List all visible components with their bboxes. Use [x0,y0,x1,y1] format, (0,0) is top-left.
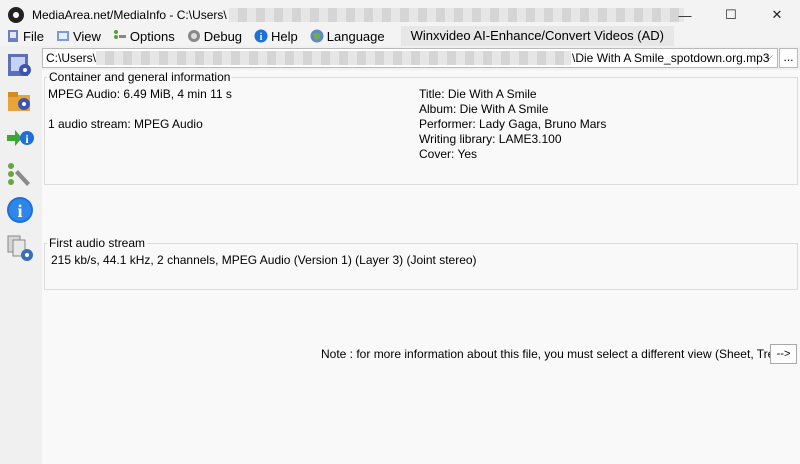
menu-options-label: Options [129,28,175,44]
redacted-path-segment [96,51,572,65]
file-path-combobox[interactable]: C:\Users\ \Die With A Smile_spotdown.org… [42,48,778,68]
view-note: Note : for more information about this f… [321,347,795,361]
open-folder-icon[interactable] [6,87,34,115]
preferences-icon[interactable] [6,161,34,189]
menu-file[interactable]: File [6,29,44,44]
menu-language[interactable]: Language [310,29,385,44]
export-icon[interactable]: i [6,124,34,152]
language-icon [310,29,324,43]
general-format-summary: MPEG Audio: 6.49 MiB, 4 min 11 s [48,87,232,101]
menu-view-label: View [72,28,101,44]
tag-performer: Performer: Lady Gaga, Bruno Mars [419,117,607,131]
menu-view[interactable]: View [56,29,101,44]
chevron-down-icon[interactable]: ⌵ [765,51,773,62]
knowledge-base-icon[interactable] [6,234,34,262]
tag-album: Album: Die With A Smile [419,102,549,116]
path-prefix: C:\Users\ [46,51,97,65]
browse-button[interactable]: ... [779,48,798,68]
menu-debug-label: Debug [203,28,243,44]
mediainfo-app-icon [8,7,24,23]
help-icon: i [254,29,268,43]
svg-text:i: i [260,32,263,43]
view-sidebar: i i [0,46,40,464]
open-file-icon[interactable] [6,51,34,79]
view-icon [56,31,69,41]
easy-view-panel: Container and general information MPEG A… [42,70,800,464]
menu-help-label: Help [271,28,298,44]
general-info-legend: Container and general information [49,70,231,84]
path-filename: \Die With A Smile_spotdown.org.mp3 [572,51,770,65]
about-icon[interactable]: i [6,196,34,224]
general-stream-summary: 1 audio stream: MPEG Audio [48,117,203,131]
file-path-bar: C:\Users\ \Die With A Smile_spotdown.org… [42,48,798,68]
menu-debug[interactable]: Debug [187,29,242,44]
svg-text:i: i [17,201,22,221]
redacted-path [228,8,684,22]
menu-help[interactable]: i Help [254,29,298,44]
tag-cover: Cover: Yes [419,147,478,161]
menu-bar: File View Options Debug i Help Language … [0,26,800,46]
ad-banner[interactable]: Winxvideo AI-Enhance/Convert Videos (AD) [400,26,675,46]
menu-options[interactable]: Options [113,29,175,44]
next-view-button[interactable]: --> [770,344,797,364]
audio-stream-details: 215 kb/s, 44.1 kHz, 2 channels, MPEG Aud… [51,253,477,267]
tag-writing-library: Writing library: LAME3.100 [419,132,562,146]
debug-icon [187,30,200,42]
audio-stream-legend: First audio stream [49,236,146,250]
menu-file-label: File [23,28,44,44]
file-icon [8,30,18,42]
tag-title: Title: Die With A Smile [419,87,537,101]
window-title: MediaArea.net/MediaInfo - C:\Users\ [32,8,227,22]
options-icon [113,30,126,39]
menu-language-label: Language [326,28,385,44]
